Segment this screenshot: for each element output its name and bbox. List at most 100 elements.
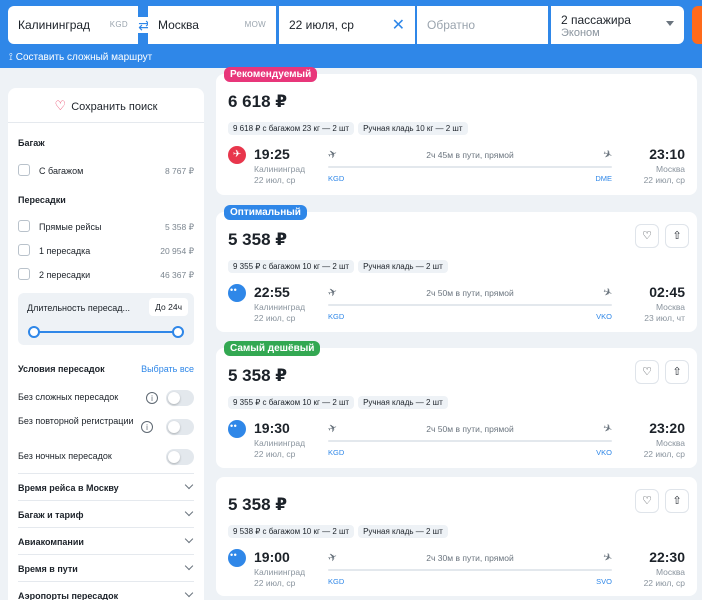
chevron-down-icon	[184, 507, 194, 517]
accordion-transfer-airports[interactable]: Аэропорты пересадок	[18, 581, 194, 600]
checkbox[interactable]	[18, 164, 30, 176]
departure-time: 22:55	[254, 284, 290, 300]
heart-icon: ♡	[54, 98, 67, 113]
accordion-travel-time[interactable]: Время в пути	[18, 554, 194, 580]
filter-two-transfers[interactable]: 2 пересадки 46 367 ₽	[18, 268, 194, 282]
filter-label: С багажом	[39, 166, 84, 176]
flight-duration: 2ч 50м в пути, прямой	[426, 424, 514, 434]
hand-luggage-tag: Ручная кладь — 2 шт	[358, 525, 448, 538]
hand-luggage-tag: Ручная кладь — 2 шт	[358, 260, 448, 273]
arrival-city: Москва	[655, 438, 685, 448]
condition-label: Без ночных пересадок	[18, 451, 112, 461]
departure-date-field[interactable]: 22 июля, ср ✕	[279, 6, 415, 44]
arrival-city: Москва	[655, 567, 685, 577]
arrival-airport-code: SVO	[596, 577, 612, 586]
ticket-price: 5 358 ₽	[228, 366, 288, 385]
destination-field[interactable]: Москва MOW	[148, 6, 276, 44]
filter-price: 46 367 ₽	[160, 270, 194, 280]
conditions-title: Условия пересадок	[18, 364, 105, 374]
filter-price: 20 954 ₽	[160, 246, 194, 256]
info-icon[interactable]: i	[146, 392, 158, 404]
condition-no-complex: Без сложных пересадок i	[18, 390, 194, 406]
condition-label: Без повторной регистрации	[18, 416, 134, 426]
accordion-label: Время в пути	[18, 564, 78, 574]
airline-logo-icon: ✈	[228, 146, 246, 164]
checkbox[interactable]	[18, 268, 30, 280]
passengers-select[interactable]: 2 пассажира Эконом	[551, 6, 684, 44]
ticket-tags: 9 355 ₽ с багажом 10 кг — 2 шт Ручная кла…	[228, 392, 452, 409]
return-placeholder: Обратно	[427, 18, 476, 32]
departure-date: 22 июл, ср	[254, 313, 296, 323]
share-icon[interactable]: ⇧	[665, 489, 689, 513]
ticket-card[interactable]: 5 358 ₽ ♡ ⇧ 9 538 ₽ с багажом 10 кг — 2 …	[216, 477, 697, 596]
ticket-tags: 9 618 ₽ с багажом 23 кг — 2 шт Ручная кла…	[228, 118, 472, 135]
chevron-down-icon	[184, 480, 194, 490]
toggle-switch[interactable]	[166, 449, 194, 465]
filter-one-transfer[interactable]: 1 пересадка 20 954 ₽	[18, 244, 194, 258]
checkbox[interactable]	[18, 244, 30, 256]
return-date-field[interactable]: Обратно	[417, 6, 548, 44]
departure-date: 22 июл, ср	[254, 175, 296, 185]
route-line	[328, 166, 612, 168]
toggle-switch[interactable]	[166, 390, 194, 406]
arrival-city: Москва	[655, 302, 685, 312]
flight-route: ✈ 2ч 30м в пути, прямой ✈ KGD SVO	[326, 551, 613, 593]
share-icon[interactable]: ⇧	[665, 224, 689, 248]
flight-duration: 2ч 50м в пути, прямой	[426, 288, 514, 298]
favorite-icon[interactable]: ♡	[635, 224, 659, 248]
arrival-time: 23:20	[649, 420, 685, 436]
baggage-tag: 9 618 ₽ с багажом 23 кг — 2 шт	[228, 122, 355, 135]
slider-handle-min[interactable]	[28, 326, 40, 338]
duration-slider-track[interactable]	[33, 331, 177, 333]
save-search-label: Сохранить поиск	[71, 101, 158, 113]
origin-code: KGD	[109, 20, 128, 29]
complex-route-label: Составить сложный маршрут	[15, 52, 153, 63]
arrival-airport-code: VKO	[596, 312, 612, 321]
accordion-baggage-tariff[interactable]: Багаж и тариф	[18, 500, 194, 526]
share-icon[interactable]: ⇧	[665, 360, 689, 384]
accordion-label: Время рейса в Москву	[18, 483, 119, 493]
card-badge: Самый дешёвый	[224, 341, 321, 356]
hand-luggage-tag: Ручная кладь 10 кг — 2 шт	[358, 122, 468, 135]
favorite-icon[interactable]: ♡	[635, 360, 659, 384]
filter-with-baggage[interactable]: С багажом 8 767 ₽	[18, 164, 194, 178]
airline-logo-icon	[228, 549, 246, 567]
ticket-tags: 9 538 ₽ с багажом 10 кг — 2 шт Ручная кла…	[228, 521, 452, 538]
origin-field[interactable]: Калининград KGD	[8, 6, 138, 44]
ticket-card[interactable]: Рекомендуемый 6 618 ₽ 9 618 ₽ с багажом …	[216, 67, 697, 195]
ticket-card[interactable]: Самый дешёвый 5 358 ₽ ♡ ⇧ 9 355 ₽ с бага…	[216, 341, 697, 468]
favorite-icon[interactable]: ♡	[635, 489, 659, 513]
clear-date-icon[interactable]: ✕	[392, 15, 405, 35]
ticket-price: 5 358 ₽	[228, 230, 288, 249]
select-all-link[interactable]: Выбрать все	[141, 364, 194, 374]
ticket-price: 5 358 ₽	[228, 495, 288, 514]
arrival-date: 22 июл, ср	[643, 578, 685, 588]
search-button[interactable]	[692, 6, 702, 44]
accordion-flight-time[interactable]: Время рейса в Москву	[18, 473, 194, 499]
filter-label: 1 пересадка	[39, 246, 91, 256]
accordion-airlines[interactable]: Авиакомпании	[18, 527, 194, 553]
checkbox[interactable]	[18, 220, 30, 232]
route-line	[328, 569, 612, 571]
transfers-title: Пересадки	[18, 195, 66, 205]
filters-sidebar: ♡ Сохранить поиск Багаж С багажом 8 767 ₽…	[8, 88, 204, 600]
save-search-button[interactable]: ♡ Сохранить поиск	[8, 88, 204, 123]
ticket-card[interactable]: Оптимальный 5 358 ₽ ♡ ⇧ 9 355 ₽ с багажо…	[216, 205, 697, 332]
filter-direct[interactable]: Прямые рейсы 5 358 ₽	[18, 220, 194, 234]
departure-date: 22 июля, ср	[289, 18, 354, 32]
toggle-switch[interactable]	[166, 419, 194, 435]
departure-airport-code: KGD	[328, 448, 345, 457]
chevron-down-icon	[666, 21, 674, 26]
complex-route-link[interactable]: ⟟ Составить сложный маршрут	[9, 52, 152, 63]
arrival-time: 23:10	[649, 146, 685, 162]
departure-time: 19:00	[254, 549, 290, 565]
departure-city: Калининград	[254, 438, 306, 448]
slider-handle-max[interactable]	[172, 326, 184, 338]
flight-route: ✈ 2ч 50м в пути, прямой ✈ KGD VKO	[326, 422, 613, 464]
accordion-label: Аэропорты пересадок	[18, 591, 119, 600]
hand-luggage-tag: Ручная кладь — 2 шт	[358, 396, 448, 409]
info-icon[interactable]: i	[141, 421, 153, 433]
card-badge: Рекомендуемый	[224, 67, 318, 82]
arrival-date: 22 июл, ср	[643, 175, 685, 185]
passengers-count: 2 пассажира	[561, 13, 631, 27]
